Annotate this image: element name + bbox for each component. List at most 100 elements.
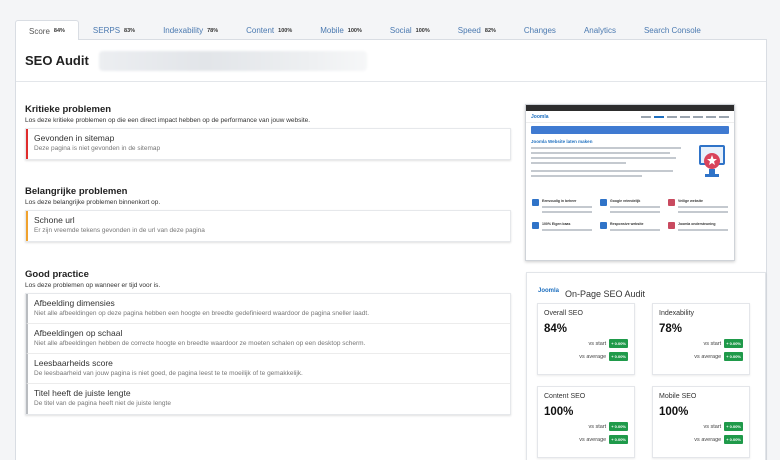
section-title: Belangrijke problemen (25, 186, 128, 197)
issue-item[interactable]: Titel heeft de juiste lengte De titel va… (26, 384, 510, 414)
issue-title: Afbeeldingen op schaal (34, 328, 123, 338)
score-label: Content SEO (544, 393, 586, 400)
website-screenshot: Joomla Joomla Website laten maken Eenvou… (525, 104, 735, 261)
score-value: 84% (544, 323, 568, 335)
section-good-practice: Good practice Los deze problemen op wann… (25, 269, 511, 415)
tab-label: Changes (523, 26, 556, 35)
tab-pct: 84% (53, 28, 65, 34)
section-important: Belangrijke problemen Los deze belangrij… (25, 186, 511, 242)
tab-score[interactable]: Score 84% (15, 20, 79, 41)
tab-label: SERPS (92, 26, 121, 35)
issue-desc: Niet alle afbeeldingen hebben de correct… (34, 340, 366, 347)
preview-hero-title: Joomla Website laten maken (531, 139, 593, 144)
tab-label: Social (389, 26, 412, 35)
tab-changes[interactable]: Changes (510, 20, 570, 40)
issue-item[interactable]: Leesbaarheids score De leesbaarheid van … (26, 354, 510, 384)
preview-feature: Responsive website (600, 222, 660, 234)
vs-start-label: vs start (703, 340, 722, 347)
tab-analytics[interactable]: Analytics (570, 20, 630, 40)
issue-desc: Deze pagina is niet gevonden in de sitem… (34, 145, 161, 152)
preview-features: Eenvoudig in beheer Google vriendelijk V… (526, 195, 734, 238)
score-value: 100% (544, 406, 574, 418)
preview-feature: Eenvoudig in beheer (532, 199, 592, 216)
vs-average-badge: + 0.00% (609, 435, 628, 444)
vs-start-badge: + 0.00% (724, 339, 743, 348)
issue-desc: De titel van de pagina heeft niet de jui… (34, 400, 171, 407)
score-label: Mobile SEO (659, 393, 697, 400)
tab-bar: Score 84% SERPS 83% Indexability 78% Conten… (15, 20, 767, 41)
preview-feature: Google vriendelijk (600, 199, 660, 216)
summary-header: Joomla On-Page SEO Audit (527, 273, 765, 299)
issue-item[interactable]: Afbeelding dimensies Niet alle afbeeldin… (26, 294, 510, 324)
section-title: Good practice (25, 269, 89, 280)
issue-item[interactable]: Gevonden in sitemap Deze pagina is niet … (26, 129, 510, 159)
vs-start-badge: + 0.00% (724, 422, 743, 431)
vs-start-label: vs start (588, 423, 607, 430)
section-subtitle: Los deze kritieke problemen op die een d… (25, 117, 311, 124)
tab-pct: 100% (347, 27, 362, 34)
issue-desc: Er zijn vreemde tekens gevonden in de ur… (34, 227, 205, 234)
trophy-illustration-icon (699, 145, 725, 177)
vs-average-badge: + 0.00% (724, 352, 743, 361)
issue-title: Schone url (34, 215, 75, 225)
tab-pct: 100% (415, 27, 430, 34)
tab-label: Speed (457, 26, 481, 35)
summary-title: On-Page SEO Audit (565, 289, 646, 299)
tab-label: Search Console (643, 26, 701, 35)
preview-nav: Joomla (526, 111, 734, 123)
tab-label: Content (246, 26, 275, 35)
score-value: 78% (659, 323, 683, 335)
score-card-content: Content SEO 100% vs start + 0.00% vs aver… (537, 386, 635, 458)
tab-indexability[interactable]: Indexability 78% (149, 20, 232, 40)
issue-title: Afbeelding dimensies (34, 298, 115, 308)
section-critical: Kritieke problemen Los deze kritieke pro… (25, 104, 511, 160)
tab-label: Indexability (163, 26, 204, 35)
issue-title: Gevonden in sitemap (34, 133, 115, 143)
seo-summary: Joomla On-Page SEO Audit Overall SEO 84%… (526, 272, 766, 460)
tab-speed[interactable]: Speed 82% (444, 20, 510, 40)
issue-desc: Niet alle afbeeldingen op deze pagina he… (34, 310, 370, 317)
page-header: SEO Audit (16, 40, 766, 82)
vs-average-label: vs average (694, 436, 722, 443)
tab-mobile[interactable]: Mobile 100% (306, 20, 376, 40)
tab-content[interactable]: Content 100% (232, 20, 306, 40)
score-card-overall: Overall SEO 84% vs start + 0.00% vs avera… (537, 303, 635, 375)
section-title: Kritieke problemen (25, 104, 112, 115)
score-card-indexability: Indexability 78% vs start + 0.00% vs aver… (652, 303, 750, 375)
preview-feature: Joomla ondersteuning (668, 222, 728, 234)
tab-label: Analytics (583, 26, 616, 35)
vs-average-label: vs average (579, 436, 607, 443)
tab-search-console[interactable]: Search Console (630, 20, 715, 40)
vs-start-label: vs start (703, 423, 722, 430)
tab-pct: 100% (278, 27, 293, 34)
preview-feature: Veilige website (668, 199, 728, 216)
preview-feature: 100% Eigen baas (532, 222, 592, 234)
issue-list: Afbeelding dimensies Niet alle afbeeldin… (25, 293, 511, 415)
preview-banner (531, 126, 729, 134)
issue-title: Titel heeft de juiste lengte (34, 388, 131, 398)
issue-item[interactable]: Afbeeldingen op schaal Niet alle afbeeld… (26, 324, 510, 354)
section-subtitle: Los deze problemen op wanneer er tijd vo… (25, 282, 161, 289)
preview-logo: Joomla (531, 113, 549, 120)
score-label: Indexability (659, 310, 695, 317)
tab-pct: 82% (484, 27, 496, 34)
tab-pct: 83% (124, 27, 136, 34)
vs-average-label: vs average (579, 353, 607, 360)
issue-desc: De leesbaarheid van jouw pagina is niet … (34, 370, 303, 377)
tab-pct: 78% (207, 27, 219, 34)
tab-serps[interactable]: SERPS 83% (79, 20, 149, 40)
vs-start-label: vs start (588, 340, 607, 347)
vs-start-badge: + 0.00% (609, 339, 628, 348)
vs-average-badge: + 0.00% (609, 352, 628, 361)
page-title: SEO Audit (25, 53, 89, 68)
tab-social[interactable]: Social 100% (376, 20, 444, 40)
issue-list: Gevonden in sitemap Deze pagina is niet … (25, 128, 511, 160)
joomla-logo-icon: Joomla (538, 288, 560, 294)
issue-list: Schone url Er zijn vreemde tekens gevond… (25, 210, 511, 242)
vs-average-badge: + 0.00% (724, 435, 743, 444)
score-card-mobile: Mobile SEO 100% vs start + 0.00% vs avera… (652, 386, 750, 458)
vs-start-badge: + 0.00% (609, 422, 628, 431)
vs-average-label: vs average (694, 353, 722, 360)
issue-item[interactable]: Schone url Er zijn vreemde tekens gevond… (26, 211, 510, 241)
preview-hero: Joomla Website laten maken (526, 137, 734, 195)
